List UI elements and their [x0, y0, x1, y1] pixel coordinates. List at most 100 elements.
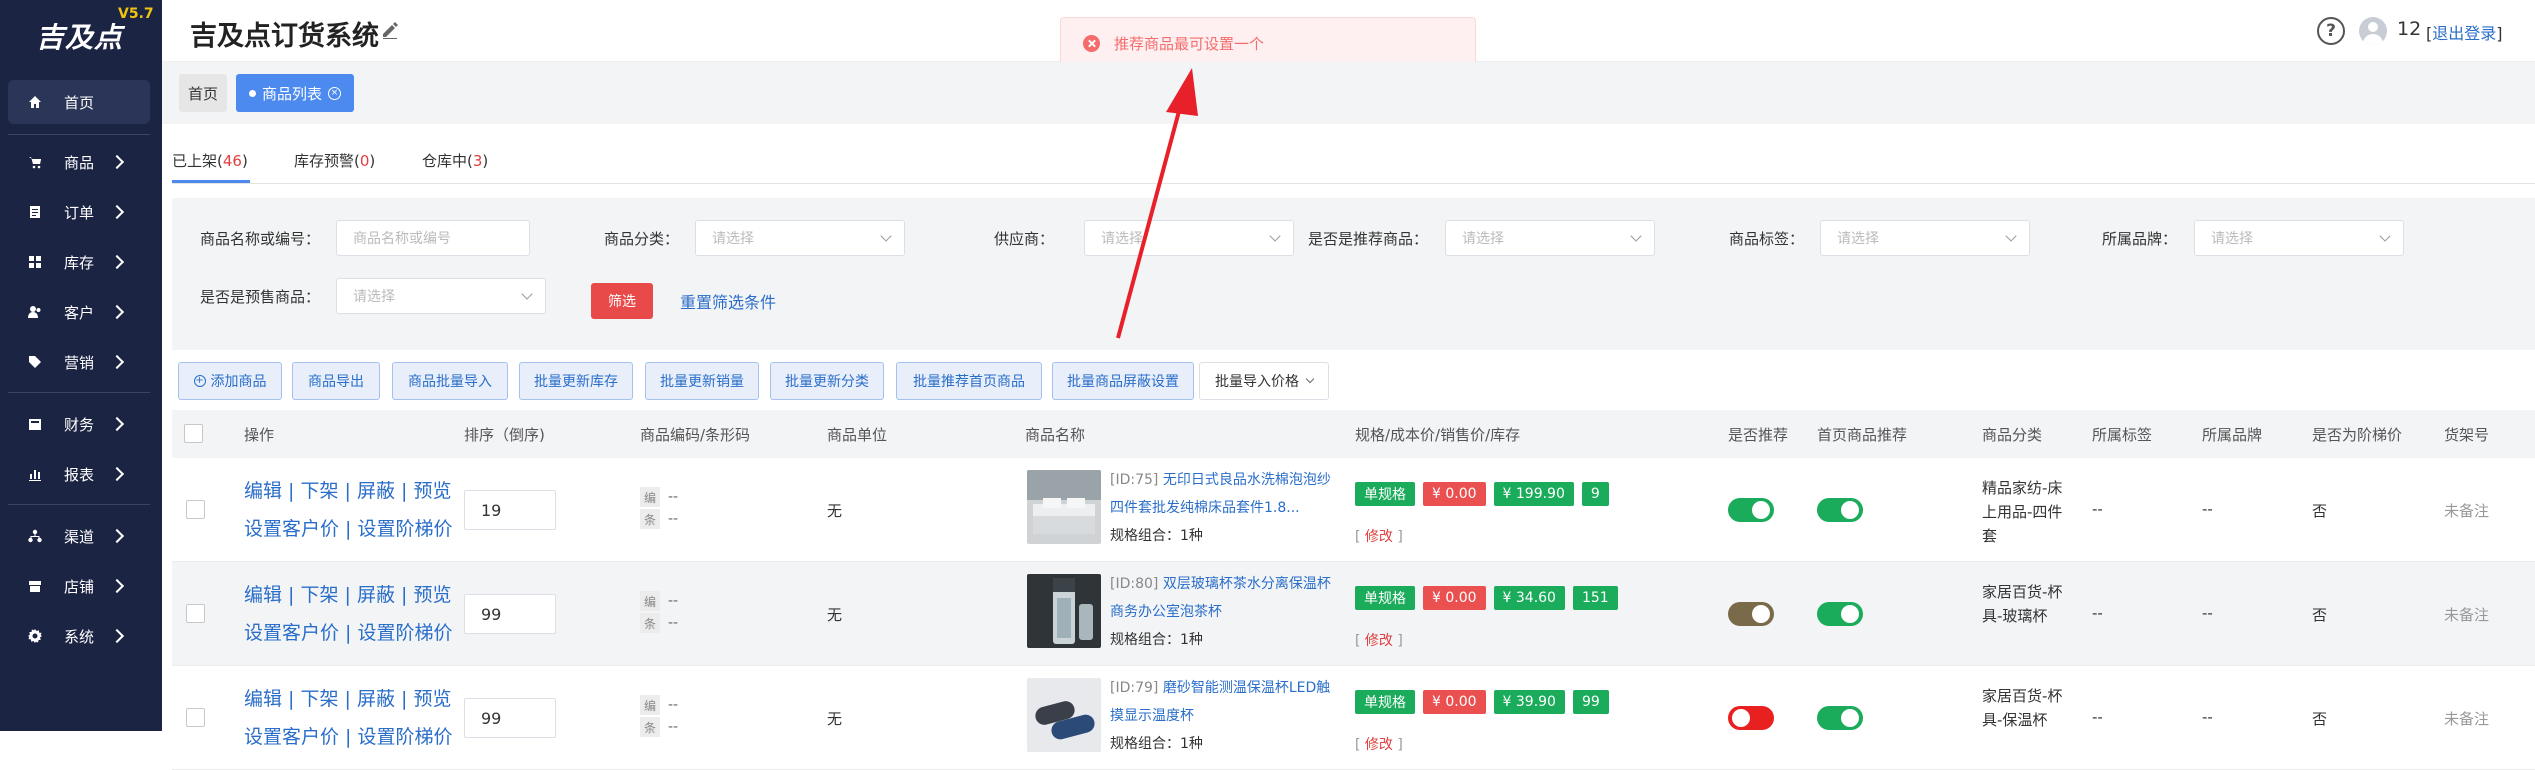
- sidebar-item-label: 店铺: [64, 577, 95, 596]
- logout-link[interactable]: [退出登录]: [2426, 20, 2503, 44]
- home-recommend-toggle[interactable]: [1817, 602, 1863, 626]
- filter-tag-select[interactable]: 请选择: [1820, 220, 2030, 256]
- tab-warehouse[interactable]: 仓库中(3): [422, 150, 488, 171]
- select-placeholder: 请选择: [712, 231, 754, 247]
- sidebar-item-marketing[interactable]: 营销: [8, 340, 150, 384]
- select-placeholder: 请选择: [1462, 231, 1504, 247]
- batch-hide-button[interactable]: 批量商品屏蔽设置: [1052, 362, 1194, 400]
- sort-input[interactable]: 99: [464, 594, 556, 634]
- home-recommend-toggle[interactable]: [1817, 498, 1863, 522]
- header-spec: 规格/成本价/销售价/库存: [1355, 426, 1521, 444]
- select-placeholder: 请选择: [1837, 231, 1879, 247]
- op-links-1[interactable]: 编辑 | 下架 | 屏蔽 | 预览: [244, 576, 452, 614]
- row-checkbox[interactable]: [186, 500, 205, 519]
- sidebar-item-inventory[interactable]: 库存: [8, 240, 150, 284]
- filter-category-select[interactable]: 请选择: [695, 220, 905, 256]
- product-brand: --: [2202, 708, 2213, 726]
- barcode-value: --: [668, 719, 679, 735]
- chevron-right-icon: [109, 304, 125, 320]
- tab-tail: ): [482, 152, 489, 170]
- sidebar-item-system[interactable]: 系统: [8, 614, 150, 658]
- sidebar-item-home[interactable]: 首页: [8, 80, 150, 124]
- sidebar-item-orders[interactable]: 订单: [8, 190, 150, 234]
- recommend-toggle[interactable]: [1728, 602, 1774, 626]
- tag-home[interactable]: 首页: [179, 74, 227, 112]
- header-tag: 所属标签: [2092, 426, 2153, 444]
- batch-update-sales-button[interactable]: 批量更新销量: [645, 362, 759, 400]
- product-thumbnail[interactable]: [1027, 574, 1101, 648]
- sort-input[interactable]: 19: [464, 490, 556, 530]
- sidebar-item-store[interactable]: 店铺: [8, 564, 150, 608]
- op-links-2[interactable]: 设置客户价 | 设置阶梯价: [244, 510, 452, 548]
- tab-tail: ): [241, 152, 248, 170]
- op-links-1[interactable]: 编辑 | 下架 | 屏蔽 | 预览: [244, 472, 452, 510]
- sidebar-item-channels[interactable]: 渠道: [8, 514, 150, 558]
- code-label: 编: [640, 591, 660, 611]
- op-links-1[interactable]: 编辑 | 下架 | 屏蔽 | 预览: [244, 680, 452, 718]
- nav-divider: [8, 504, 150, 505]
- sort-input[interactable]: 99: [464, 698, 556, 738]
- filter-name-input[interactable]: 商品名称或编号: [336, 220, 530, 256]
- cost-badge: ¥ 0.00: [1423, 482, 1486, 506]
- add-product-button[interactable]: + 添加商品: [178, 362, 282, 400]
- table-row: 编辑 | 下架 | 屏蔽 | 预览 设置客户价 | 设置阶梯价 99 编 -- 条-…: [172, 562, 2535, 666]
- header-sort[interactable]: 排序（倒序): [464, 424, 545, 445]
- close-icon[interactable]: ×: [328, 86, 341, 100]
- stock-badge: 151: [1572, 586, 1618, 610]
- filter-presale-select[interactable]: 请选择: [336, 278, 546, 314]
- product-thumbnail[interactable]: [1027, 678, 1101, 752]
- product-category: 家居百货-杯具-玻璃杯: [1982, 583, 2063, 625]
- recommend-toggle[interactable]: [1728, 706, 1774, 730]
- product-thumbnail[interactable]: [1027, 470, 1101, 544]
- select-all-checkbox[interactable]: [184, 424, 203, 443]
- tag-product-list[interactable]: 商品列表 ×: [236, 74, 354, 112]
- product-name-link[interactable]: [ID:79] 磨砂智能测温保温杯LED触摸显示温度杯: [1110, 674, 1335, 730]
- filter-recommend-select[interactable]: 请选择: [1445, 220, 1655, 256]
- barcode-label: 条: [640, 509, 660, 529]
- filter-button[interactable]: 筛选: [591, 283, 653, 319]
- help-icon[interactable]: ?: [2317, 17, 2345, 45]
- avatar[interactable]: [2359, 17, 2387, 45]
- product-id: [ID:79]: [1110, 680, 1159, 696]
- home-icon: [28, 95, 42, 109]
- sidebar-item-customers[interactable]: 客户: [8, 290, 150, 334]
- price-badge: ¥ 39.90: [1493, 690, 1565, 714]
- home-recommend-toggle[interactable]: [1817, 706, 1863, 730]
- batch-update-category-button[interactable]: 批量更新分类: [770, 362, 884, 400]
- recommend-toggle[interactable]: [1728, 498, 1774, 522]
- header-recommend: 是否推荐: [1728, 426, 1789, 444]
- export-products-button[interactable]: 商品导出: [292, 362, 380, 400]
- filter-panel: 商品名称或编号： 商品名称或编号 商品分类： 请选择 供应商： 请选择 是否是推…: [172, 198, 2535, 350]
- product-name-link[interactable]: [ID:75] 无印日式良品水洗棉泡泡纱四件套批发纯棉床品套件1.8...: [1110, 466, 1335, 522]
- batch-import-button[interactable]: 商品批量导入: [392, 362, 508, 400]
- select-placeholder: 请选择: [353, 289, 395, 305]
- batch-update-stock-button[interactable]: 批量更新库存: [519, 362, 633, 400]
- edit-icon[interactable]: [380, 20, 400, 40]
- product-codes: 编 -- 条 --: [640, 486, 678, 530]
- reset-filter-link[interactable]: 重置筛选条件: [680, 289, 776, 313]
- sidebar-item-label: 商品: [64, 153, 95, 172]
- row-checkbox[interactable]: [186, 708, 205, 727]
- header-code: 商品编码/条形码: [640, 426, 751, 444]
- modify-link[interactable]: [ 修改 ]: [1355, 630, 1403, 650]
- product-tag: --: [2092, 604, 2103, 622]
- filter-supplier-select[interactable]: 请选择: [1084, 220, 1294, 256]
- sidebar-item-finance[interactable]: 财务: [8, 402, 150, 446]
- op-links-2[interactable]: 设置客户价 | 设置阶梯价: [244, 718, 452, 756]
- chevron-right-icon: [109, 416, 125, 432]
- sidebar-item-products[interactable]: 商品: [8, 140, 150, 184]
- chevron-down-icon: [1630, 230, 1642, 242]
- modify-link[interactable]: [ 修改 ]: [1355, 526, 1403, 546]
- batch-recommend-button[interactable]: 批量推荐首页商品: [896, 362, 1042, 400]
- op-links-2[interactable]: 设置客户价 | 设置阶梯价: [244, 614, 452, 652]
- app-logo[interactable]: 吉及点 V5.7: [0, 0, 162, 62]
- sidebar-item-reports[interactable]: 报表: [8, 452, 150, 496]
- tab-on-shelf[interactable]: 已上架(46): [172, 150, 248, 171]
- modify-link[interactable]: [ 修改 ]: [1355, 734, 1403, 754]
- import-price-dropdown[interactable]: 批量导入价格: [1199, 362, 1329, 400]
- tab-stock-warning[interactable]: 库存预警(0): [294, 150, 375, 171]
- product-name-link[interactable]: [ID:80] 双层玻璃杯茶水分离保温杯商务办公室泡茶杯: [1110, 570, 1335, 626]
- row-checkbox[interactable]: [186, 604, 205, 623]
- filter-brand-select[interactable]: 请选择: [2194, 220, 2404, 256]
- code-value: --: [668, 489, 679, 505]
